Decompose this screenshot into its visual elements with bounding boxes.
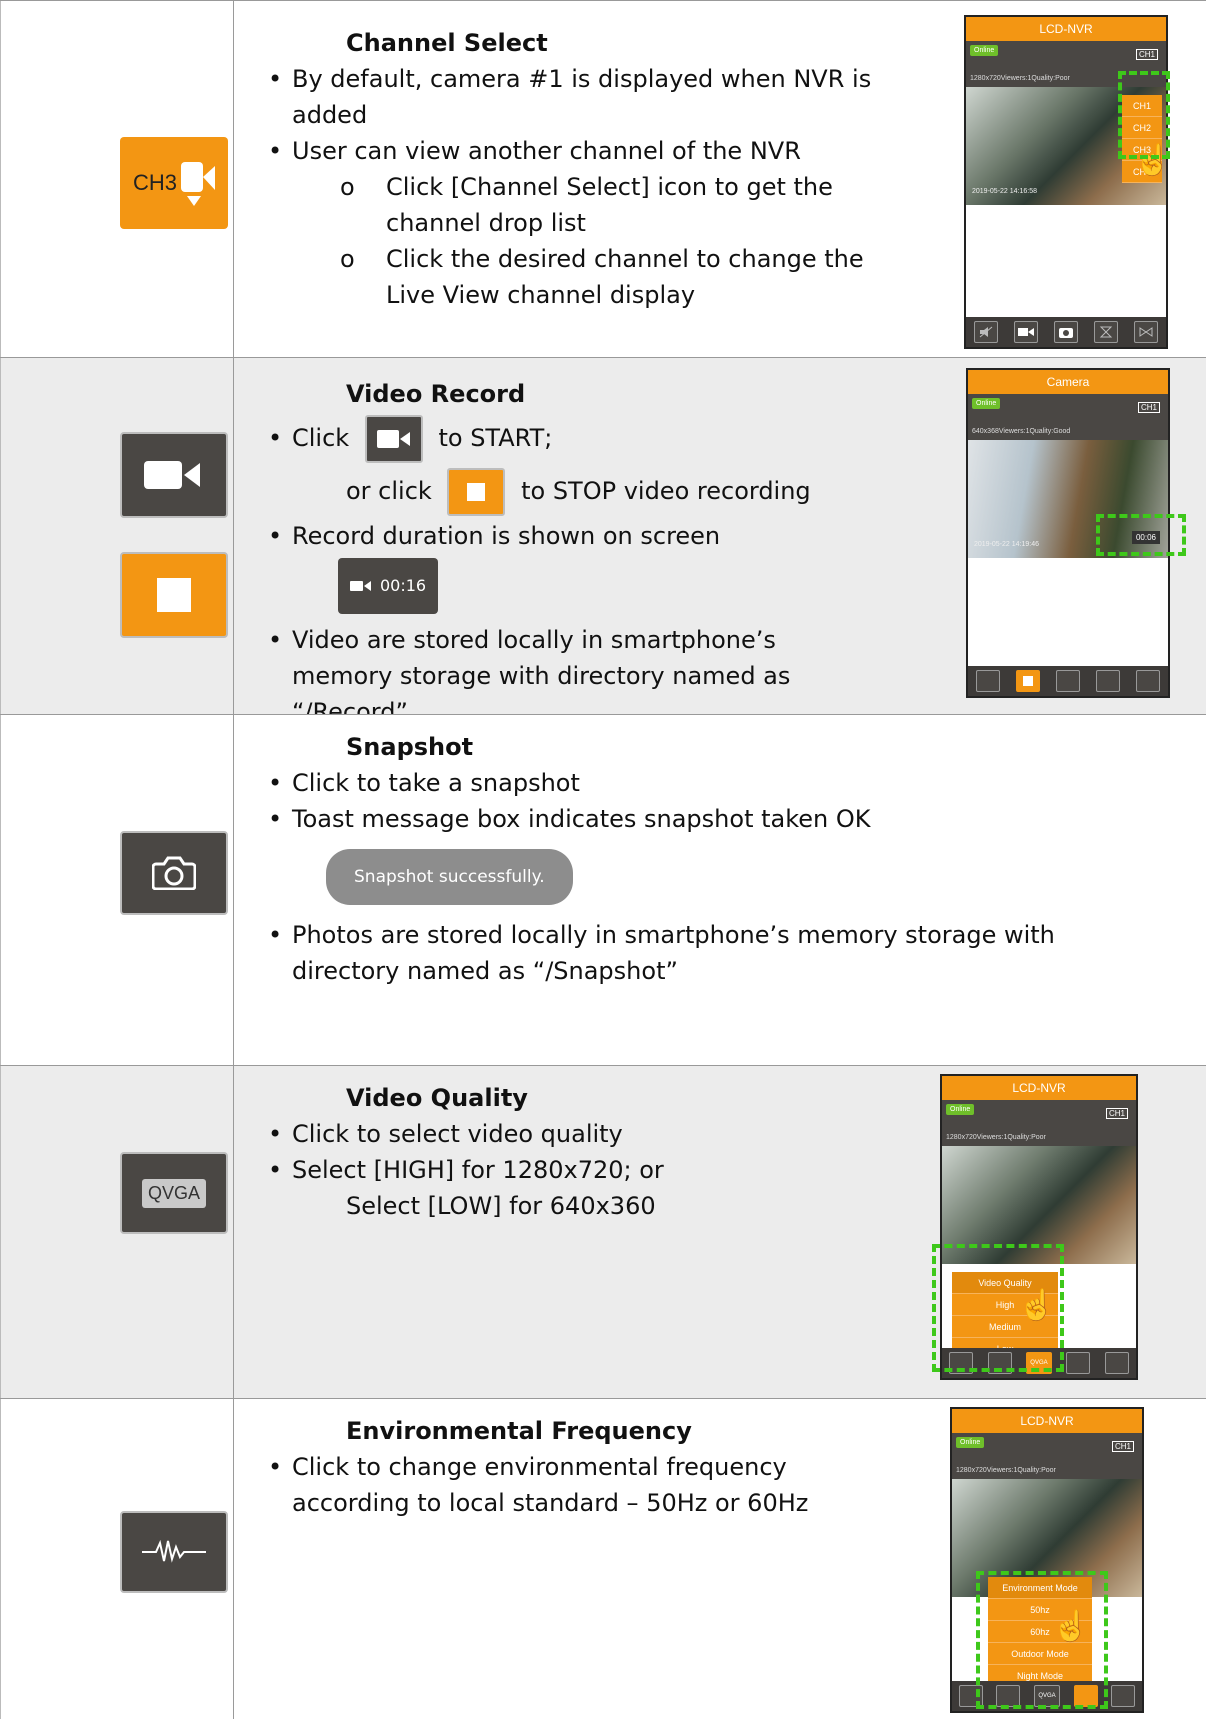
indent-text: Select [LOW] for 640x360 (346, 1192, 656, 1220)
sub-bullet: o Click [Channel Select] icon to get the … (340, 173, 833, 237)
row-snapshot: Snapshot Click to take a snapshot Toast … (0, 714, 1206, 1066)
video-camera-icon (364, 415, 423, 463)
sub-bullet: o Click the desired channel to change the… (340, 245, 864, 309)
phone-screenshot: LCD-NVR Online CH1 1280x720Viewers:1Quali… (964, 15, 1168, 349)
duration-badge: 00:16 (280, 558, 920, 614)
section-title: Video Record (346, 380, 526, 408)
stop-line: or click to STOP video recording (280, 464, 920, 518)
bullet-text: Toast message box indicates snapshot tak… (268, 801, 1080, 837)
bullet-text: Select [HIGH] for 1280x720; or (268, 1152, 880, 1188)
highlight-box (1118, 71, 1170, 159)
stop-icon (447, 468, 506, 516)
row-channel-select: CH3 Channel Select By default, camera #1… (0, 0, 1206, 358)
record-start-icon (120, 432, 228, 518)
section-title: Video Quality (346, 1084, 528, 1112)
highlight-box (976, 1571, 1108, 1709)
bullet-text: Click to change environmental frequency … (268, 1449, 870, 1521)
highlight-box (1096, 514, 1186, 556)
bullet-text: By default, camera #1 is displayed when … (268, 61, 920, 133)
qvga-icon: QVGA (120, 1152, 228, 1234)
highlight-box (932, 1244, 1064, 1372)
bullet-text: Click to select video quality (268, 1116, 880, 1152)
bullet-text: Photos are stored locally in smartphone’… (268, 917, 1060, 989)
toast-message: Snapshot successfully. (326, 849, 573, 905)
record-stop-icon (120, 552, 228, 638)
channel-select-icon: CH3 (120, 137, 228, 229)
row-environmental-frequency: Environmental Frequency Click to change … (0, 1398, 1206, 1719)
section-title: Channel Select (346, 29, 548, 57)
camera-icon (120, 831, 228, 915)
frequency-waveform-icon (120, 1511, 228, 1593)
section-title: Environmental Frequency (346, 1417, 692, 1445)
bullet-text: Click to take a snapshot (268, 765, 1080, 801)
bullet-text: User can view another channel of the NVR (268, 133, 920, 169)
section-title: Snapshot (346, 733, 474, 761)
bullet-text: Record duration is shown on screen (268, 518, 920, 554)
row-video-record: Video Record Click to START; or click to… (0, 357, 1206, 726)
row-video-quality: QVGA Video Quality Click to select video… (0, 1065, 1206, 1399)
bullet-text: Click to START; (268, 412, 920, 464)
